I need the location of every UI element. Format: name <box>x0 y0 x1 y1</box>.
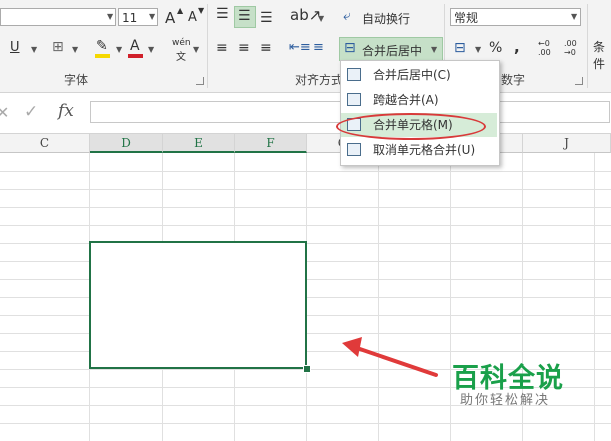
fill-color-swatch <box>95 54 110 58</box>
increase-indent-icon[interactable]: ≡ <box>313 40 324 55</box>
accounting-format-icon[interactable]: ⊟ <box>454 40 466 56</box>
group-separator <box>587 4 588 88</box>
chevron-down-icon[interactable]: ▼ <box>149 12 155 21</box>
formula-bar: ✕ ✓ fx <box>0 93 611 134</box>
font-color-icon[interactable]: A <box>130 38 140 54</box>
decrease-font-icon[interactable]: A <box>188 10 197 25</box>
gridline <box>0 423 611 424</box>
decrease-decimal-icon[interactable]: .00 →0 <box>564 39 577 57</box>
align-right-icon[interactable]: ≡ <box>260 40 272 56</box>
chevron-down-icon[interactable]: ▼ <box>148 45 154 54</box>
chevron-down-icon[interactable]: ▼ <box>31 45 37 54</box>
align-top-icon[interactable]: ☰ <box>216 6 229 22</box>
increase-decimal-icon[interactable]: ←0.00 <box>538 39 551 57</box>
number-format-box[interactable]: 常规 <box>450 8 581 26</box>
phonetic-icon[interactable]: wén <box>172 38 191 48</box>
gridline <box>0 189 611 190</box>
menu-item-merge-center[interactable]: 合并后居中(C) <box>341 63 497 87</box>
dialog-launcher-icon[interactable] <box>196 77 204 85</box>
menu-item-merge-across[interactable]: 跨越合并(A) <box>341 88 497 112</box>
ribbon: ▼ 11 ▼ A ▲ A ▼ U ▼ ⊞ ▼ ✎ ▼ A ▼ wén 文 ▼ 字… <box>0 0 611 93</box>
merged-cell-selection[interactable] <box>89 241 307 369</box>
chevron-down-icon[interactable]: ▼ <box>107 12 113 21</box>
chevron-down-icon[interactable]: ▼ <box>116 45 122 54</box>
percent-style-icon[interactable]: % <box>489 40 502 56</box>
alignment-group-label: 对齐方式 <box>295 73 344 87</box>
chevron-down-icon[interactable]: ▼ <box>318 14 324 23</box>
increase-font-icon[interactable]: A <box>165 9 175 27</box>
gridline <box>0 207 611 208</box>
increase-arrow-icon: ▲ <box>177 6 184 15</box>
wrap-text-label[interactable]: 自动换行 <box>362 10 410 27</box>
menu-item-label: 合并后居中(C) <box>373 68 451 82</box>
align-bottom-icon[interactable]: ☰ <box>260 10 273 26</box>
enter-icon[interactable]: ✓ <box>24 102 38 122</box>
merge-center-icon <box>347 68 361 81</box>
chevron-down-icon[interactable]: ▼ <box>193 45 199 54</box>
chevron-down-icon[interactable]: ▼ <box>431 45 437 54</box>
column-header-c[interactable]: C <box>0 134 90 153</box>
fill-handle[interactable] <box>303 365 311 373</box>
align-left-icon[interactable]: ≡ <box>216 40 228 56</box>
decrease-arrow-icon: ▼ <box>198 6 205 15</box>
column-header-j[interactable]: J <box>523 134 611 153</box>
menu-item-label: 跨越合并(A) <box>373 93 439 107</box>
conditional-format-label[interactable]: 条件 <box>593 38 611 72</box>
orientation-icon[interactable]: ab↗ <box>290 6 321 24</box>
font-group-label: 字体 <box>64 73 89 87</box>
fill-color-icon[interactable]: ✎ <box>96 38 108 54</box>
align-center-icon[interactable]: ≡ <box>238 40 250 56</box>
column-header-f[interactable]: F <box>235 134 307 153</box>
merge-across-icon <box>347 93 361 106</box>
dialog-launcher-icon[interactable] <box>575 77 583 85</box>
border-icon[interactable]: ⊞ <box>52 39 64 55</box>
number-group-label: 数字 <box>501 73 526 87</box>
underline-icon[interactable]: U <box>10 40 20 55</box>
highlight-oval <box>336 113 486 140</box>
column-header-d[interactable]: D <box>90 134 163 153</box>
align-middle-icon: ☰ <box>238 8 251 24</box>
group-separator <box>207 4 208 88</box>
watermark-subtitle: 助你轻松解决 <box>460 393 551 408</box>
chevron-down-icon[interactable]: ▼ <box>475 45 481 54</box>
chevron-down-icon[interactable]: ▼ <box>72 45 78 54</box>
column-header-e[interactable]: E <box>163 134 235 153</box>
cancel-icon[interactable]: ✕ <box>0 103 9 122</box>
annotation-arrow-icon <box>342 337 438 377</box>
gridline <box>0 225 611 226</box>
chevron-down-icon[interactable]: ▼ <box>571 12 577 21</box>
merge-center-label: 合并后居中 <box>362 44 423 58</box>
menu-item-label: 取消单元格合并(U) <box>373 143 476 157</box>
merge-center-icon: ⊟ <box>344 40 356 56</box>
unmerge-cells-icon <box>347 143 361 156</box>
gridline <box>0 171 611 172</box>
comma-style-icon[interactable]: , <box>514 38 520 56</box>
menu-item-unmerge-cells[interactable]: 取消单元格合并(U) <box>341 138 497 162</box>
phonetic-char: 文 <box>176 52 186 63</box>
wrap-text-icon[interactable]: ⤶ <box>343 8 351 24</box>
decrease-indent-icon[interactable]: ⇤≡ <box>289 40 311 55</box>
insert-function-icon[interactable]: fx <box>58 101 74 121</box>
font-color-swatch <box>128 54 143 58</box>
font-name-box[interactable] <box>0 8 116 26</box>
